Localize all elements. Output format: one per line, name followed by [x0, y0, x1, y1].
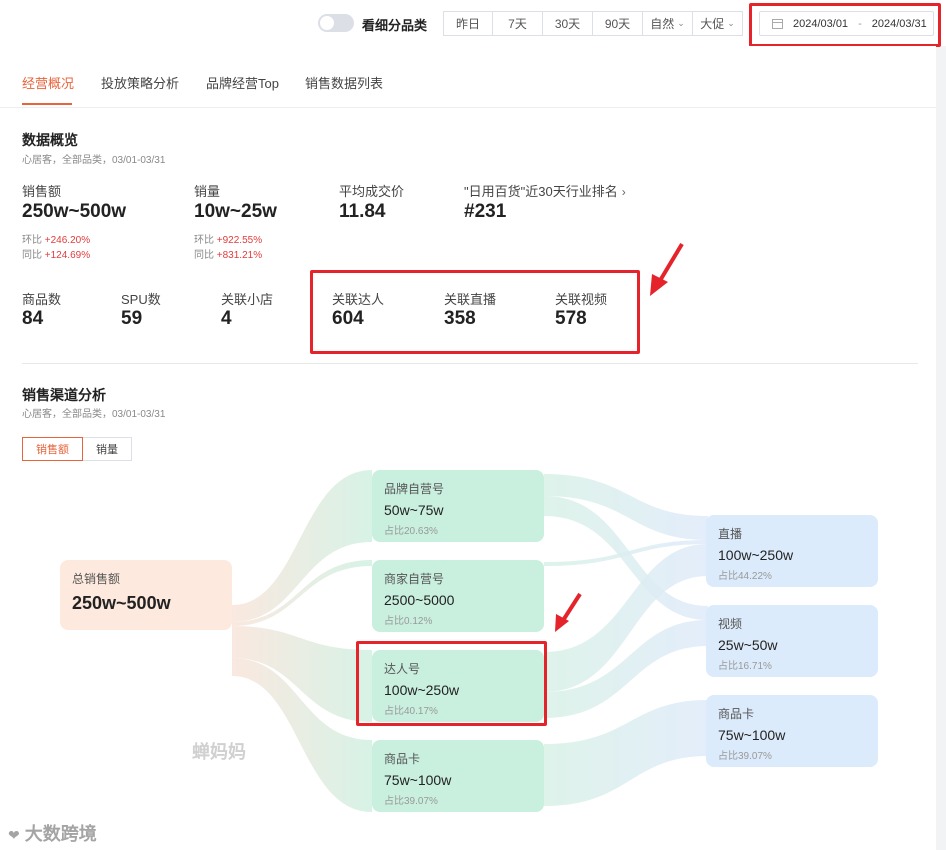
node-share: 占比20.63%	[384, 526, 438, 537]
date-start: 2024/03/01	[793, 17, 849, 30]
range-30d-button[interactable]: 30天	[543, 11, 593, 36]
channel-subtitle: 心居客，全部品类，03/01-03/31	[22, 409, 166, 420]
node-value: 75w~100w	[718, 727, 786, 743]
metric-label-livestreams: 关联直播	[444, 292, 497, 307]
node-name: 总销售额	[72, 572, 121, 586]
node-share: 占比39.07%	[718, 751, 772, 762]
metric-value-industry-rank: #231	[464, 201, 507, 222]
subcategory-toggle[interactable]	[318, 14, 354, 32]
promo-dropdown[interactable]: 大促 ⌄	[693, 11, 743, 36]
chevron-down-icon: ⌄	[727, 18, 735, 28]
date-separator: -	[858, 17, 862, 30]
tab-bar: 经营概况 投放策略分析 品牌经营Top 销售数据列表	[0, 46, 936, 108]
node-value: 2500~5000	[384, 592, 455, 608]
overview-title: 数据概览	[22, 132, 78, 148]
node-name: 商家自营号	[384, 572, 445, 586]
sankey-node-product-card[interactable]: 商品卡 75w~100w 占比39.07%	[706, 695, 878, 767]
metric-value-avg-price: 11.84	[339, 201, 386, 222]
node-name: 直播	[718, 527, 743, 541]
sankey-node-brand-account[interactable]: 品牌自营号 50w~75w 占比20.63%	[372, 470, 544, 542]
corner-watermark: ❤ 大数跨境	[8, 824, 97, 844]
range-90d-button[interactable]: 90天	[593, 11, 643, 36]
chevron-right-icon: ›	[621, 185, 626, 199]
node-name: 视频	[718, 617, 743, 631]
metric-value-livestreams: 358	[444, 308, 476, 329]
sankey-node-video[interactable]: 视频 25w~50w 占比16.71%	[706, 605, 878, 677]
metric-value-spu: 59	[121, 308, 143, 329]
metric-label-influencers: 关联达人	[332, 292, 385, 307]
tab-ad-strategy[interactable]: 投放策略分析	[101, 73, 179, 92]
range-7d-button[interactable]: 7天	[493, 11, 543, 36]
node-name: 达人号	[384, 662, 421, 676]
node-value: 100w~250w	[718, 547, 794, 563]
channel-title: 销售渠道分析	[22, 387, 106, 403]
natural-dropdown-label: 自然	[650, 17, 675, 31]
node-value: 50w~75w	[384, 502, 444, 518]
metric-label-sales: 销售额	[22, 184, 62, 199]
flows-total-to-accounts	[232, 470, 372, 812]
promo-dropdown-label: 大促	[700, 17, 725, 31]
calendar-icon	[772, 18, 783, 29]
node-share: 占比40.17%	[384, 706, 438, 717]
sales-yoy: 同比 +124.69%	[22, 250, 91, 261]
sankey-node-live[interactable]: 直播 100w~250w 占比44.22%	[706, 515, 878, 587]
node-name: 商品卡	[384, 752, 421, 766]
node-value: 250w~500w	[72, 593, 171, 613]
sankey-node-product-card-account[interactable]: 商品卡 75w~100w 占比39.07%	[372, 740, 544, 812]
metric-label-products: 商品数	[22, 292, 62, 307]
metric-value-products: 84	[22, 308, 44, 329]
watermark-chanmama: 蝉妈妈	[192, 742, 246, 762]
metric-value-shops: 4	[221, 308, 232, 329]
industry-rank-link[interactable]: "日用百货"近30天行业排名 ›	[464, 181, 626, 200]
volume-yoy: 同比 +831.21%	[194, 250, 263, 261]
metric-value-volume: 10w~25w	[194, 201, 277, 222]
metric-label-spu: SPU数	[121, 292, 161, 307]
active-tab-indicator	[22, 103, 72, 105]
natural-dropdown[interactable]: 自然 ⌄	[643, 11, 693, 36]
node-share: 占比0.12%	[384, 616, 433, 627]
sankey-node-total[interactable]: 总销售额 250w~500w	[60, 560, 232, 630]
range-yesterday-button[interactable]: 昨日	[443, 11, 493, 36]
sankey-node-merchant-account[interactable]: 商家自营号 2500~5000 占比0.12%	[372, 560, 544, 632]
node-name: 商品卡	[718, 707, 755, 721]
filter-bar: 看细分品类 昨日 7天 30天 90天 自然 ⌄ 大促 ⌄ 2024/03/01 -…	[0, 0, 946, 46]
tab-business-overview[interactable]: 经营概况	[22, 73, 74, 92]
date-end: 2024/03/31	[871, 17, 927, 30]
metric-label-avg-price: 平均成交价	[339, 184, 405, 199]
node-value: 25w~50w	[718, 637, 778, 653]
metric-label-videos: 关联视频	[555, 292, 608, 307]
node-name: 品牌自营号	[384, 482, 445, 496]
annotation-arrow-influencer-node	[555, 592, 582, 632]
subcategory-toggle-label: 看细分品类	[362, 18, 428, 33]
date-range-picker[interactable]: 2024/03/01 - 2024/03/31	[759, 11, 934, 36]
node-share: 占比39.07%	[384, 796, 438, 807]
metric-value-sales: 250w~500w	[22, 201, 127, 222]
sankey-node-influencer-account[interactable]: 达人号 100w~250w 占比40.17%	[372, 650, 544, 722]
section-divider	[22, 363, 918, 364]
overview-subtitle: 心居客，全部品类，03/01-03/31	[22, 155, 166, 166]
tab-sales-list[interactable]: 销售数据列表	[305, 73, 383, 92]
tab-brand-top[interactable]: 品牌经营Top	[206, 73, 279, 92]
main-panel: 经营概况 投放策略分析 品牌经营Top 销售数据列表 数据概览 心居客，全部品类…	[0, 46, 936, 850]
watermark-logo-icon: ❤	[8, 827, 20, 843]
sales-mom: 环比 +246.20%	[22, 235, 91, 246]
toggle-knob	[320, 16, 334, 30]
node-share: 占比16.71%	[718, 661, 772, 672]
node-value: 75w~100w	[384, 772, 452, 788]
metric-value-videos: 578	[555, 308, 587, 329]
flows-accounts-to-carriers	[544, 474, 708, 806]
metric-value-influencers: 604	[332, 308, 364, 329]
node-share: 占比44.22%	[718, 571, 772, 582]
annotation-arrow-related-metrics	[650, 242, 684, 296]
metric-label-volume: 销量	[194, 184, 221, 199]
metric-label-shops: 关联小店	[221, 292, 274, 307]
volume-mom: 环比 +922.55%	[194, 235, 263, 246]
chevron-down-icon: ⌄	[677, 18, 685, 28]
node-value: 100w~250w	[384, 682, 460, 698]
